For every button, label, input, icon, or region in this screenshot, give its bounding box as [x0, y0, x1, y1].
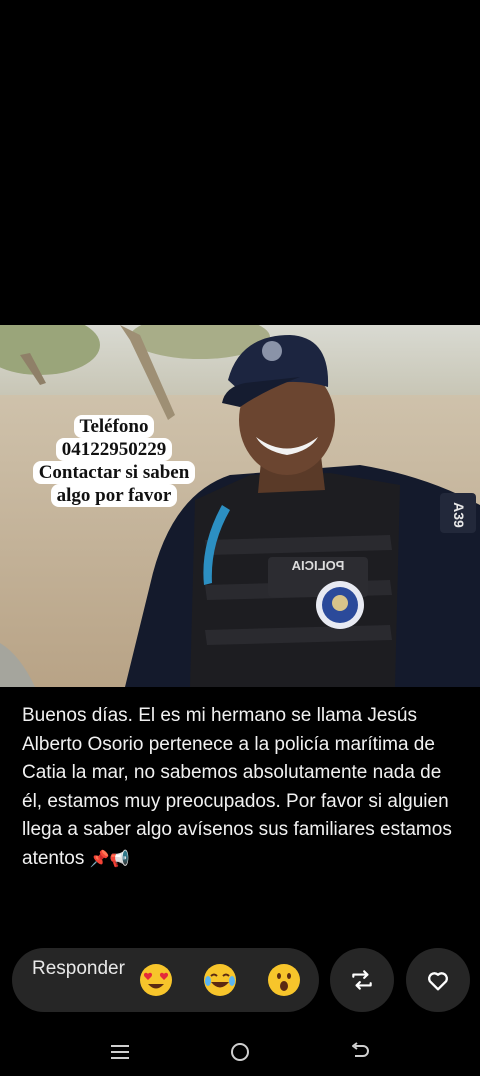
story-photo: POLICIA A39 Teléfono 04122950229 Contact… — [0, 325, 480, 687]
back-icon — [352, 1042, 369, 1057]
back-button[interactable] — [340, 1036, 380, 1068]
home-icon — [231, 1043, 249, 1061]
reply-placeholder: Responder — [32, 958, 125, 979]
recent-apps-button[interactable] — [100, 1036, 140, 1068]
sleeve-badge-label: A39 — [451, 502, 467, 528]
heart-eyes-icon — [140, 964, 172, 996]
overlay-line-contact: Contactar si saben — [32, 461, 196, 484]
like-button[interactable] — [406, 948, 470, 1012]
repeat-icon — [352, 970, 372, 990]
overlay-line-please: algo por favor — [50, 484, 178, 507]
overlay-line-phone-label: Teléfono — [73, 415, 155, 438]
overlay-line-phone-number: 04122950229 — [55, 438, 173, 461]
reply-action-bar: Responder — [12, 948, 470, 1012]
heart-icon — [428, 972, 448, 991]
heart-eyes-reaction-button[interactable] — [138, 962, 174, 998]
contact-overlay: Teléfono 04122950229 Contactar si saben … — [14, 415, 214, 507]
system-navigation-bar — [0, 1028, 480, 1076]
pin-megaphone-icon: 📌📢 — [89, 850, 130, 868]
caption-text: Buenos días. El es mi hermano se llama J… — [22, 705, 452, 869]
story-caption: Buenos días. El es mi hermano se llama J… — [22, 702, 462, 874]
vest-label: POLICIA — [291, 558, 344, 573]
home-button[interactable] — [220, 1036, 260, 1068]
recent-apps-icon — [111, 1045, 129, 1059]
tears-of-joy-icon — [204, 964, 236, 996]
story-top-area — [0, 0, 480, 325]
surprised-face-icon — [268, 964, 300, 996]
reply-field[interactable]: Responder — [12, 948, 319, 1012]
tears-of-joy-reaction-button[interactable] — [202, 962, 238, 998]
share-button[interactable] — [330, 948, 394, 1012]
surprised-reaction-button[interactable] — [266, 962, 302, 998]
